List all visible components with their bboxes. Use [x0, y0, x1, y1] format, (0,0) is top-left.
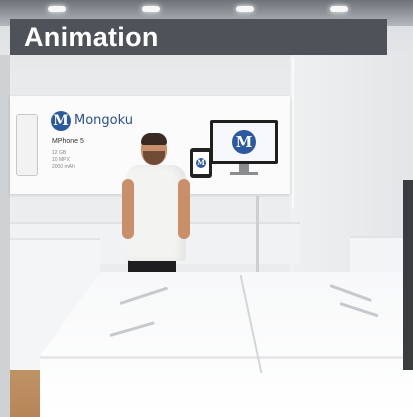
right-edge-shadow [403, 180, 413, 370]
spec-line: 12 GB [52, 150, 67, 156]
ceiling-light [330, 6, 348, 12]
monitor-image: M [210, 120, 278, 164]
title-banner: Animation [10, 19, 387, 55]
person-left-arm [122, 179, 134, 239]
person-hair [141, 133, 167, 145]
glass-divider-pole [256, 196, 259, 276]
glass-pane [292, 58, 294, 208]
monitor-logo: M [232, 130, 256, 154]
monitor-stand [239, 164, 249, 172]
person-shirt [126, 165, 186, 261]
table-edge [40, 356, 413, 359]
store-photo: M Mongoku MPhone 5 12 GB 10 MPX 2000 mAh… [0, 0, 413, 417]
left-wall [0, 55, 10, 417]
spec-line: 10 MPX [52, 157, 70, 163]
ceiling-light [142, 6, 160, 12]
spec-line: 2000 mAh [52, 164, 75, 170]
person-right-arm [178, 179, 190, 239]
monitor-screen: M [213, 123, 275, 161]
front-display-table [40, 272, 413, 417]
tablet-logo: M [196, 158, 206, 168]
product-name: MPhone 5 [52, 138, 84, 145]
page-title: Animation [24, 21, 159, 52]
brand-name: Mongoku [74, 113, 133, 128]
ceiling-light [48, 6, 66, 12]
monitor-base [230, 172, 258, 175]
banner-phone-image [16, 114, 38, 176]
brand-logo: M [51, 111, 71, 131]
tablet-image: M [190, 148, 212, 178]
ceiling-light [236, 6, 254, 12]
tablet-screen: M [193, 152, 209, 174]
